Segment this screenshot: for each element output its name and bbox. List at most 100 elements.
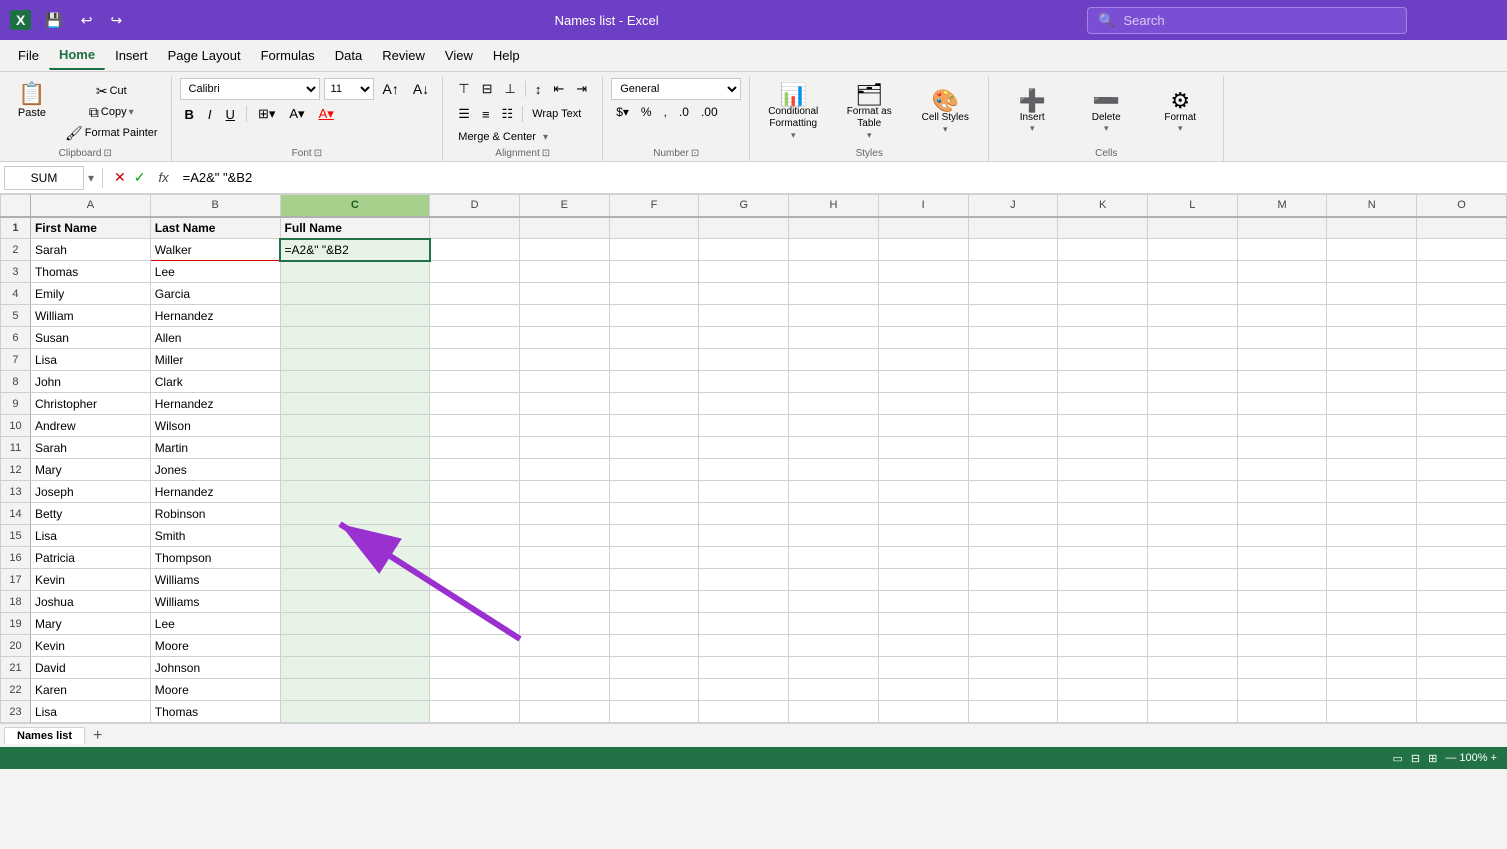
col-header-j[interactable]: J (968, 195, 1058, 217)
cell-o2[interactable] (1417, 239, 1507, 261)
cell-b16[interactable]: Thompson (150, 547, 280, 569)
cell-g12[interactable] (699, 459, 789, 481)
cell-k9[interactable] (1058, 393, 1148, 415)
cell-o3[interactable] (1417, 261, 1507, 283)
cell-e1[interactable] (519, 217, 609, 239)
col-header-e[interactable]: E (519, 195, 609, 217)
cut-button[interactable]: ✂ Cut (60, 81, 163, 101)
cell-o8[interactable] (1417, 371, 1507, 393)
cell-d8[interactable] (430, 371, 520, 393)
cell-o23[interactable] (1417, 701, 1507, 723)
cell-f4[interactable] (609, 283, 699, 305)
format-painter-button[interactable]: 🖌 Format Painter (60, 123, 163, 143)
cell-h19[interactable] (789, 613, 879, 635)
cell-k10[interactable] (1058, 415, 1148, 437)
cell-g2[interactable] (699, 239, 789, 261)
cell-j6[interactable] (968, 327, 1058, 349)
cell-f10[interactable] (609, 415, 699, 437)
clipboard-expand[interactable]: ⊡ (103, 148, 111, 159)
cell-f18[interactable] (609, 591, 699, 613)
cell-l5[interactable] (1147, 305, 1237, 327)
font-size-select[interactable]: 11 12 14 (324, 78, 374, 100)
align-bottom-button[interactable]: ⊥ (500, 78, 521, 100)
cell-i22[interactable] (878, 679, 968, 701)
cell-f14[interactable] (609, 503, 699, 525)
cell-k11[interactable] (1058, 437, 1148, 459)
cell-o15[interactable] (1417, 525, 1507, 547)
zoom-slider[interactable]: — 100% + (1445, 752, 1497, 764)
cell-a20[interactable]: Kevin (30, 635, 150, 657)
cell-o21[interactable] (1417, 657, 1507, 679)
cell-c10[interactable] (280, 415, 430, 437)
col-header-o[interactable]: O (1417, 195, 1507, 217)
cell-b13[interactable]: Hernandez (150, 481, 280, 503)
cell-k5[interactable] (1058, 305, 1148, 327)
cell-j21[interactable] (968, 657, 1058, 679)
cell-e11[interactable] (519, 437, 609, 459)
cell-n13[interactable] (1327, 481, 1417, 503)
cell-a11[interactable]: Sarah (30, 437, 150, 459)
cell-b3[interactable]: Lee (150, 261, 280, 283)
cell-n1[interactable] (1327, 217, 1417, 239)
cell-g11[interactable] (699, 437, 789, 459)
cell-i2[interactable] (878, 239, 968, 261)
cell-g6[interactable] (699, 327, 789, 349)
cell-l12[interactable] (1147, 459, 1237, 481)
cell-i6[interactable] (878, 327, 968, 349)
align-left-button[interactable]: ☰ (453, 103, 475, 125)
cell-n6[interactable] (1327, 327, 1417, 349)
comma-button[interactable]: , (659, 103, 672, 121)
cell-g23[interactable] (699, 701, 789, 723)
cell-m6[interactable] (1237, 327, 1327, 349)
cell-d2[interactable] (430, 239, 520, 261)
cell-b2[interactable]: Walker (150, 239, 280, 261)
cell-k8[interactable] (1058, 371, 1148, 393)
cell-g1[interactable] (699, 217, 789, 239)
cell-l3[interactable] (1147, 261, 1237, 283)
cell-d22[interactable] (430, 679, 520, 701)
cell-g5[interactable] (699, 305, 789, 327)
cell-a12[interactable]: Mary (30, 459, 150, 481)
cell-o9[interactable] (1417, 393, 1507, 415)
cell-i5[interactable] (878, 305, 968, 327)
cell-e14[interactable] (519, 503, 609, 525)
cell-f2[interactable] (609, 239, 699, 261)
cell-b15[interactable]: Smith (150, 525, 280, 547)
cell-j8[interactable] (968, 371, 1058, 393)
menu-formulas[interactable]: Formulas (251, 42, 325, 70)
cell-d9[interactable] (430, 393, 520, 415)
cell-j20[interactable] (968, 635, 1058, 657)
cell-k18[interactable] (1058, 591, 1148, 613)
cell-d11[interactable] (430, 437, 520, 459)
menu-file[interactable]: File (8, 42, 49, 70)
add-sheet-button[interactable]: + (87, 727, 108, 745)
cell-l21[interactable] (1147, 657, 1237, 679)
cell-styles-button[interactable]: 🎨 Cell Styles ▾ (910, 88, 980, 137)
cell-n21[interactable] (1327, 657, 1417, 679)
cell-f19[interactable] (609, 613, 699, 635)
cell-e21[interactable] (519, 657, 609, 679)
cell-m15[interactable] (1237, 525, 1327, 547)
decrease-font-button[interactable]: A↓ (408, 78, 434, 100)
cell-d5[interactable] (430, 305, 520, 327)
col-header-f[interactable]: F (609, 195, 699, 217)
cell-k4[interactable] (1058, 283, 1148, 305)
menu-help[interactable]: Help (483, 42, 530, 70)
sheet-table-wrapper[interactable]: A B C D E F G H I J K L M N O (0, 194, 1507, 723)
cell-f22[interactable] (609, 679, 699, 701)
cell-n3[interactable] (1327, 261, 1417, 283)
col-header-n[interactable]: N (1327, 195, 1417, 217)
cell-a6[interactable]: Susan (30, 327, 150, 349)
cell-h11[interactable] (789, 437, 879, 459)
cell-n8[interactable] (1327, 371, 1417, 393)
cell-a5[interactable]: William (30, 305, 150, 327)
cell-e18[interactable] (519, 591, 609, 613)
cell-c18[interactable] (280, 591, 430, 613)
cell-f12[interactable] (609, 459, 699, 481)
cell-k20[interactable] (1058, 635, 1148, 657)
cell-e19[interactable] (519, 613, 609, 635)
cell-k21[interactable] (1058, 657, 1148, 679)
cell-c4[interactable] (280, 283, 430, 305)
cell-n12[interactable] (1327, 459, 1417, 481)
cell-j19[interactable] (968, 613, 1058, 635)
